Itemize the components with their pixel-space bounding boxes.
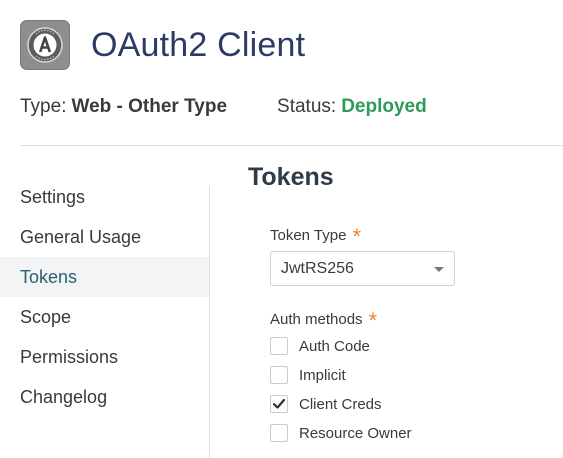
status-badge: Deployed <box>341 96 427 117</box>
sidebar-item-changelog[interactable]: Changelog <box>0 377 210 417</box>
sidebar-item-tokens[interactable]: Tokens <box>0 257 210 297</box>
auth-method-auth-code[interactable]: Auth Code <box>270 335 370 357</box>
auth-methods-label: Auth methods * <box>270 308 377 334</box>
checkmark-icon <box>272 398 286 409</box>
section-title: Tokens <box>248 163 334 191</box>
sidebar-divider <box>209 186 210 458</box>
implicit-checkbox[interactable] <box>270 366 288 384</box>
status-block: Status: Deployed <box>277 96 427 118</box>
status-label: Status: <box>277 96 337 117</box>
token-type-label-text: Token Type <box>270 227 347 244</box>
auth-code-checkbox[interactable] <box>270 337 288 355</box>
auth-methods-label-text: Auth methods <box>270 311 363 328</box>
page-header: OAuth2 Client <box>20 20 305 70</box>
auth-code-label: Auth Code <box>299 337 370 355</box>
token-type-select[interactable]: JwtRS256 <box>270 251 455 286</box>
sidebar-item-settings[interactable]: Settings <box>0 177 210 217</box>
app-logo-badge <box>27 27 63 63</box>
oauth2-client-page: OAuth2 Client Type: Web - Other Type Sta… <box>0 0 563 458</box>
auth-method-implicit[interactable]: Implicit <box>270 364 346 386</box>
client-creds-checkbox[interactable] <box>270 395 288 413</box>
resource-owner-checkbox[interactable] <box>270 424 288 442</box>
sidebar-item-permissions[interactable]: Permissions <box>0 337 210 377</box>
required-asterisk-icon: * <box>352 224 362 249</box>
app-logo-icon <box>20 20 70 70</box>
type-label: Type: <box>20 96 67 117</box>
implicit-label: Implicit <box>299 366 346 384</box>
type-value: Web - Other Type <box>71 96 228 117</box>
chevron-down-icon <box>434 267 444 272</box>
required-asterisk-icon: * <box>368 308 378 333</box>
sidebar-item-scope[interactable]: Scope <box>0 297 210 337</box>
auth-method-resource-owner[interactable]: Resource Owner <box>270 422 412 444</box>
client-creds-label: Client Creds <box>299 395 382 413</box>
token-type-label: Token Type * <box>270 224 361 250</box>
auth-method-client-creds[interactable]: Client Creds <box>270 393 382 415</box>
resource-owner-label: Resource Owner <box>299 424 412 442</box>
client-meta: Type: Web - Other Type Status: Deployed <box>20 96 427 118</box>
token-type-selected-value: JwtRS256 <box>281 259 354 277</box>
header-divider <box>20 145 563 146</box>
sidebar-nav: Settings General Usage Tokens Scope Perm… <box>0 177 210 458</box>
sidebar-item-general-usage[interactable]: General Usage <box>0 217 210 257</box>
page-title: OAuth2 Client <box>91 26 306 64</box>
